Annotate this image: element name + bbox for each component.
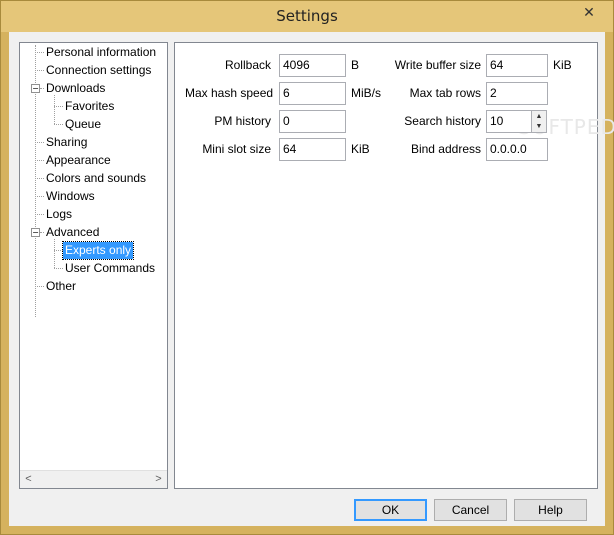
tree-item-favorites[interactable]: Favorites <box>63 98 116 115</box>
window-title: Settings <box>276 7 338 25</box>
tree-line <box>35 178 44 179</box>
scroll-right-icon[interactable]: > <box>150 471 167 488</box>
tree-line <box>35 70 44 71</box>
pm-history-field[interactable]: 0 <box>279 110 346 133</box>
tree-line <box>54 124 63 125</box>
max-hash-speed-unit: MiB/s <box>351 86 381 100</box>
tree-item-downloads[interactable]: Downloads <box>44 80 107 97</box>
tree-line <box>54 95 55 124</box>
tree-line <box>35 214 44 215</box>
tree-item-advanced[interactable]: Advanced <box>44 224 101 241</box>
tree-item-logs[interactable]: Logs <box>44 206 74 223</box>
rollback-label: Rollback <box>224 58 271 72</box>
horizontal-scrollbar[interactable]: < > <box>20 470 167 488</box>
tree-line <box>54 250 63 251</box>
max-hash-speed-label: Max hash speed <box>185 86 274 100</box>
mini-slot-size-unit: KiB <box>351 142 370 156</box>
max-tab-rows-field[interactable]: 2 <box>486 82 548 105</box>
settings-window: Settings ✕ − − Personal information Conn… <box>0 0 614 535</box>
tree-item-sharing[interactable]: Sharing <box>44 134 89 151</box>
cancel-button[interactable]: Cancel <box>434 499 507 521</box>
tree-line <box>35 160 44 161</box>
tree-item-connection-settings[interactable]: Connection settings <box>44 62 153 79</box>
search-history-spinner[interactable]: ▲ ▼ <box>531 110 547 133</box>
tree-items: − − Personal information Connection sett… <box>20 43 167 471</box>
tree-line <box>54 268 63 269</box>
tree-item-user-commands[interactable]: User Commands <box>63 260 157 277</box>
tree-line <box>35 196 44 197</box>
search-history-field[interactable]: 10 <box>486 110 532 133</box>
rollback-field[interactable]: 4096 <box>279 54 346 77</box>
scroll-left-icon[interactable]: < <box>20 471 37 488</box>
mini-slot-size-field[interactable]: 64 <box>279 138 346 161</box>
tree-item-personal-information[interactable]: Personal information <box>44 44 158 61</box>
tree-item-appearance[interactable]: Appearance <box>44 152 113 169</box>
write-buffer-size-unit: KiB <box>553 58 572 72</box>
bind-address-label: Bind address <box>410 142 481 156</box>
tree-item-colors-and-sounds[interactable]: Colors and sounds <box>44 170 148 187</box>
spin-down-icon[interactable]: ▼ <box>532 122 546 131</box>
max-hash-speed-field[interactable]: 6 <box>279 82 346 105</box>
settings-tree: − − Personal information Connection sett… <box>19 42 168 489</box>
spin-up-icon[interactable]: ▲ <box>532 112 546 121</box>
tree-line <box>35 142 44 143</box>
ok-button[interactable]: OK <box>354 499 427 521</box>
rollback-unit: B <box>351 58 360 72</box>
tree-item-experts-only[interactable]: Experts only <box>61 241 135 260</box>
max-tab-rows-label: Max tab rows <box>409 86 481 100</box>
tree-line <box>54 106 63 107</box>
tree-line <box>54 239 55 268</box>
tree-item-queue[interactable]: Queue <box>63 116 103 133</box>
tree-line <box>35 52 44 53</box>
search-history-label: Search history <box>404 114 481 128</box>
collapse-icon[interactable]: − <box>31 84 40 93</box>
bind-address-field[interactable]: 0.0.0.0 <box>486 138 548 161</box>
title-bar[interactable]: Settings ✕ <box>1 1 613 32</box>
help-button[interactable]: Help <box>514 499 587 521</box>
tree-item-other[interactable]: Other <box>44 278 78 295</box>
mini-slot-size-label: Mini slot size <box>202 142 271 156</box>
collapse-icon[interactable]: − <box>31 228 40 237</box>
write-buffer-size-label: Write buffer size <box>394 58 481 72</box>
pm-history-label: PM history <box>214 114 271 128</box>
close-icon[interactable]: ✕ <box>572 2 606 22</box>
experts-only-panel: SOFTPEDIA Rollback 4096 B Max hash speed… <box>174 42 614 489</box>
tree-item-windows[interactable]: Windows <box>44 188 97 205</box>
write-buffer-size-field[interactable]: 64 <box>486 54 548 77</box>
tree-line <box>35 286 44 287</box>
dialog-body: − − Personal information Connection sett… <box>9 32 614 526</box>
